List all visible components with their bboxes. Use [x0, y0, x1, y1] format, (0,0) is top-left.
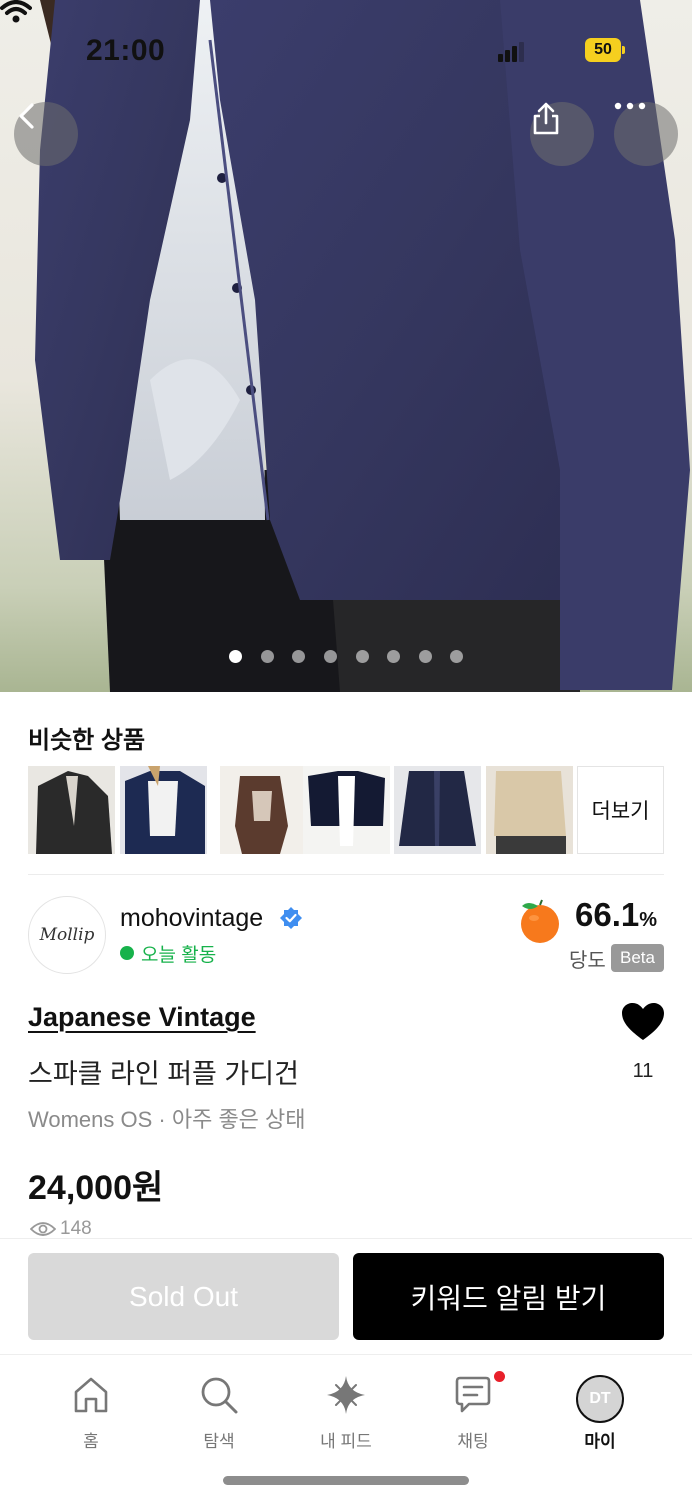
seller-avatar[interactable]: Mollip — [28, 896, 106, 974]
sparkle-icon — [327, 1376, 365, 1414]
more-icon — [614, 102, 646, 110]
share-icon — [533, 102, 559, 135]
sweetness-value: 66.1 — [575, 896, 640, 933]
similar-product-thumb[interactable] — [28, 766, 115, 854]
brand-link[interactable]: Japanese Vintage — [28, 1002, 256, 1033]
status-time: 21:00 — [86, 34, 166, 67]
sweetness-score: 66.1% — [575, 896, 657, 934]
product-price: 24,000원 — [28, 1169, 164, 1207]
chevron-left-icon — [19, 103, 34, 129]
pagination-dot[interactable] — [261, 650, 274, 663]
battery-icon: 50 — [585, 38, 625, 62]
like-count: 11 — [632, 1060, 654, 1082]
seller-name[interactable]: mohovintage — [120, 904, 263, 933]
wifi-icon — [0, 0, 32, 23]
more-options-button[interactable] — [614, 102, 678, 166]
similar-products-title: 비슷한 상품 — [28, 727, 146, 754]
signal-icon — [498, 42, 524, 62]
pagination-dot[interactable] — [387, 650, 400, 663]
keyword-alert-button[interactable]: 키워드 알림 받기 — [353, 1253, 664, 1340]
view-count: 148 — [30, 1218, 92, 1240]
chat-icon — [455, 1376, 491, 1413]
tab-explore[interactable]: 탐색 — [164, 1375, 274, 1455]
sweetness-unit: % — [639, 909, 658, 931]
share-button[interactable] — [530, 102, 594, 166]
photo-pagination — [0, 648, 692, 666]
home-indicator[interactable] — [223, 1476, 469, 1485]
similar-product-thumb[interactable] — [303, 766, 390, 854]
tab-label: 내 피드 — [320, 1432, 372, 1451]
chat-notification-dot — [494, 1371, 505, 1382]
sweetness-label: 당도 — [569, 950, 606, 972]
product-photo[interactable]: 21:00 50 — [0, 0, 692, 692]
tangerine-icon — [521, 899, 559, 943]
verified-badge-icon — [280, 907, 302, 929]
pagination-dot[interactable] — [292, 650, 305, 663]
sold-out-button[interactable]: Sold Out — [28, 1253, 339, 1340]
active-status-label: 오늘 활동 — [141, 945, 217, 966]
tab-label: 홈 — [83, 1432, 99, 1451]
home-icon — [74, 1377, 108, 1413]
pagination-dot[interactable] — [419, 650, 432, 663]
search-icon — [201, 1377, 238, 1414]
tab-label: 마이 — [584, 1432, 616, 1451]
tab-my-feed[interactable]: 내 피드 — [291, 1375, 401, 1455]
similar-product-thumb[interactable] — [120, 766, 207, 854]
section-divider — [28, 874, 664, 875]
similar-product-thumb[interactable] — [394, 766, 481, 854]
eye-icon — [30, 1222, 56, 1236]
product-title: 스파클 라인 퍼플 가디건 — [28, 1059, 299, 1089]
pagination-dot[interactable] — [229, 650, 242, 663]
pagination-dot[interactable] — [450, 650, 463, 663]
view-count-value: 148 — [60, 1218, 92, 1239]
status-bar: 21:00 50 — [0, 0, 692, 100]
back-button[interactable] — [14, 102, 78, 166]
like-heart-icon[interactable] — [621, 1002, 665, 1042]
similar-products-list: 더보기 — [28, 766, 664, 854]
seller-avatar-logo: Mollip — [39, 925, 95, 945]
user-avatar: DT — [576, 1375, 624, 1423]
tab-label: 탐색 — [203, 1432, 235, 1451]
purchase-action-bar: Sold Out 키워드 알림 받기 — [0, 1238, 692, 1354]
similar-more-button[interactable]: 더보기 — [577, 766, 664, 854]
tab-chat[interactable]: 채팅 — [418, 1371, 528, 1455]
pagination-dot[interactable] — [324, 650, 337, 663]
similar-product-thumb[interactable] — [220, 766, 307, 854]
beta-badge: Beta — [611, 944, 664, 972]
active-status-dot — [120, 946, 134, 960]
product-size-condition: Womens OS · 아주 좋은 상태 — [28, 1107, 306, 1132]
cardigan-photo-illustration — [35, 0, 690, 692]
tab-my[interactable]: DT 마이 — [545, 1375, 655, 1455]
similar-product-thumb[interactable] — [486, 766, 573, 854]
pagination-dot[interactable] — [356, 650, 369, 663]
tab-label: 채팅 — [457, 1432, 489, 1451]
tab-home[interactable]: 홈 — [36, 1375, 146, 1455]
